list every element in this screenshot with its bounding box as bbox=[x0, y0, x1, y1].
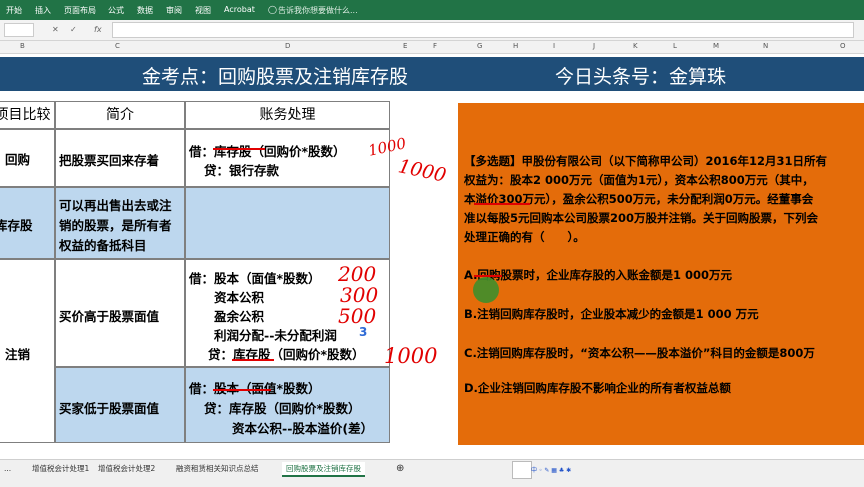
formula-bar: ✕ ✓ fx bbox=[0, 20, 864, 41]
entry-line: 借：股本（面值*股数） bbox=[189, 378, 321, 397]
ribbon-tab-acrobat[interactable]: Acrobat bbox=[224, 5, 255, 14]
cell-intro[interactable]: 买价高于股票面值 bbox=[55, 259, 185, 367]
tab-buyback[interactable]: 回购股票及注销库存股 bbox=[282, 462, 365, 477]
entry-line: 资本公积 bbox=[214, 290, 265, 305]
question-line: 处理正确的有（ ）。 bbox=[464, 230, 585, 244]
column-header[interactable]: I bbox=[553, 42, 555, 50]
entry-line: 借：股本（面值*股数） bbox=[189, 271, 321, 286]
column-header[interactable]: B bbox=[20, 42, 25, 50]
ribbon: 开始 插入 页面布局 公式 数据 审阅 视图 Acrobat ◯ 告诉我你想要做… bbox=[0, 0, 864, 20]
header-item[interactable]: 项目比较 bbox=[0, 101, 55, 129]
entry-line: 利润分配--未分配利润 bbox=[214, 328, 337, 343]
cell-entry[interactable] bbox=[185, 187, 390, 259]
column-header[interactable]: C bbox=[115, 42, 120, 50]
ink-underline bbox=[213, 389, 271, 391]
tab-vat-1[interactable]: 增值税会计处理1 bbox=[28, 462, 93, 475]
question-line: 准以每股5元回购本公司股票200万股并注销。关于回购股票，下列会 bbox=[464, 211, 819, 225]
entry-line: 资本公积--股本溢价(差） bbox=[232, 421, 374, 436]
ribbon-tab-formulas[interactable]: 公式 bbox=[108, 5, 124, 16]
option-c[interactable]: C.注销回购库存股时，“资本公积——股本溢价”科目的金额是800万 bbox=[464, 345, 815, 361]
header-intro[interactable]: 简介 bbox=[55, 101, 185, 129]
cell-item[interactable]: 回购 bbox=[0, 129, 55, 187]
ribbon-tab-data[interactable]: 数据 bbox=[137, 5, 153, 16]
item-label: 注销 bbox=[5, 347, 31, 362]
cell-item[interactable]: 库存股 bbox=[0, 187, 55, 259]
item-label: 回购 bbox=[5, 152, 31, 167]
banner-right-title: 今日头条号：金算珠 bbox=[555, 66, 727, 88]
intro-text: 把股票买回来存着 bbox=[59, 153, 160, 168]
enter-icon[interactable]: ✓ bbox=[70, 25, 77, 34]
tab-vat-2[interactable]: 增值税会计处理2 bbox=[94, 462, 159, 475]
entry-line: 贷：库存股（回购价*股数） bbox=[204, 401, 361, 416]
ribbon-tab-review[interactable]: 审阅 bbox=[166, 5, 182, 16]
tab-leasing[interactable]: 融资租赁相关知识点总结 bbox=[172, 462, 263, 475]
cancel-icon[interactable]: ✕ bbox=[52, 25, 59, 34]
option-b[interactable]: B.注销回购库存股时，企业股本减少的金额是1 000 万元 bbox=[464, 306, 759, 322]
ink-underline bbox=[213, 148, 265, 150]
intro-text: 销的股票，是所有者 bbox=[59, 218, 172, 233]
handwritten-number: 500 bbox=[338, 304, 377, 328]
lightbulb-icon: ◯ bbox=[268, 5, 277, 14]
column-header[interactable]: D bbox=[285, 42, 290, 50]
column-header[interactable]: M bbox=[713, 42, 719, 50]
intro-text: 可以再出售出去或注 bbox=[59, 198, 172, 213]
ribbon-tab-insert[interactable]: 插入 bbox=[35, 5, 51, 16]
header-entry[interactable]: 账务处理 bbox=[185, 101, 390, 129]
title-banner: 金考点：回购股票及注销库存股 今日头条号：金算珠 bbox=[0, 57, 864, 91]
question-line: 权益为：股本2 000万元（面值为1元），资本公积800万元（其中， bbox=[464, 173, 814, 187]
banner-left-title: 金考点：回购股票及注销库存股 bbox=[142, 66, 409, 88]
cell-intro[interactable]: 把股票买回来存着 bbox=[55, 129, 185, 187]
option-a[interactable]: A.回购股票时，企业库存股的入账金额是1 000万元 bbox=[464, 267, 732, 283]
cell-entry[interactable]: 借：库存股（回购价*股数） 贷：银行存款 bbox=[185, 129, 390, 187]
handwritten-number: 1000 bbox=[384, 344, 438, 368]
question-line: 【多选题】甲股份有限公司（以下简称甲公司）2016年12月31日所有 bbox=[464, 154, 828, 168]
column-header[interactable]: J bbox=[593, 42, 595, 50]
ink-underline bbox=[232, 359, 274, 361]
name-box[interactable] bbox=[4, 23, 34, 37]
formula-input[interactable] bbox=[112, 22, 854, 38]
column-header[interactable]: F bbox=[433, 42, 437, 50]
add-sheet-icon[interactable]: ⊕ bbox=[392, 462, 408, 475]
intro-text: 权益的备抵科目 bbox=[59, 238, 147, 253]
column-header[interactable]: H bbox=[513, 42, 518, 50]
question-panel: 【多选题】甲股份有限公司（以下简称甲公司）2016年12月31日所有 权益为：股… bbox=[458, 103, 864, 445]
column-header[interactable]: K bbox=[633, 42, 638, 50]
column-header[interactable]: L bbox=[673, 42, 677, 50]
cell-entry[interactable]: 借：股本（面值*股数） 贷：库存股（回购价*股数） 资本公积--股本溢价(差） bbox=[185, 367, 390, 443]
entry-line: 贷：银行存款 bbox=[204, 163, 280, 178]
ime-toolbar-icons[interactable]: 中 ◦ ✎ ▦ ♣ ✱ bbox=[531, 465, 591, 474]
column-header[interactable]: O bbox=[840, 42, 846, 50]
intro-text: 买家低于股票面值 bbox=[59, 401, 160, 416]
column-header[interactable]: E bbox=[403, 42, 407, 50]
column-header[interactable]: G bbox=[477, 42, 482, 50]
entry-line: 借：库存股（回购价*股数） bbox=[189, 144, 346, 159]
entry-line: 盈余公积 bbox=[214, 309, 265, 324]
item-label: 库存股 bbox=[0, 218, 33, 233]
ink-underline bbox=[474, 275, 502, 277]
handwritten-number: 3 bbox=[359, 325, 368, 339]
cell-item[interactable]: 注销 bbox=[0, 259, 55, 443]
tab-scroll[interactable]: ... bbox=[0, 462, 15, 475]
cell-intro[interactable]: 可以再出售出去或注 销的股票，是所有者 权益的备抵科目 bbox=[55, 187, 185, 259]
ribbon-tab-home[interactable]: 开始 bbox=[6, 5, 22, 16]
tell-me-box[interactable]: 告诉我你想要做什么... bbox=[278, 5, 358, 16]
ink-underline bbox=[474, 203, 530, 205]
column-header[interactable]: N bbox=[763, 42, 768, 50]
option-d[interactable]: D.企业注销回购库存股不影响企业的所有者权益总额 bbox=[464, 380, 731, 396]
pointer-cursor-icon bbox=[473, 277, 499, 303]
cell-intro[interactable]: 买家低于股票面值 bbox=[55, 367, 185, 443]
intro-text: 买价高于股票面值 bbox=[59, 309, 160, 324]
ribbon-tab-page-layout[interactable]: 页面布局 bbox=[64, 5, 96, 16]
function-icon[interactable]: fx bbox=[94, 25, 102, 34]
sheet-tab-bar: ... 增值税会计处理1 增值税会计处理2 融资租赁相关知识点总结 回购股票及注… bbox=[0, 459, 864, 487]
column-headers: B C D E F G H I J K L M N O bbox=[0, 41, 864, 54]
ribbon-tab-view[interactable]: 视图 bbox=[195, 5, 211, 16]
ime-logo-icon bbox=[512, 461, 532, 479]
